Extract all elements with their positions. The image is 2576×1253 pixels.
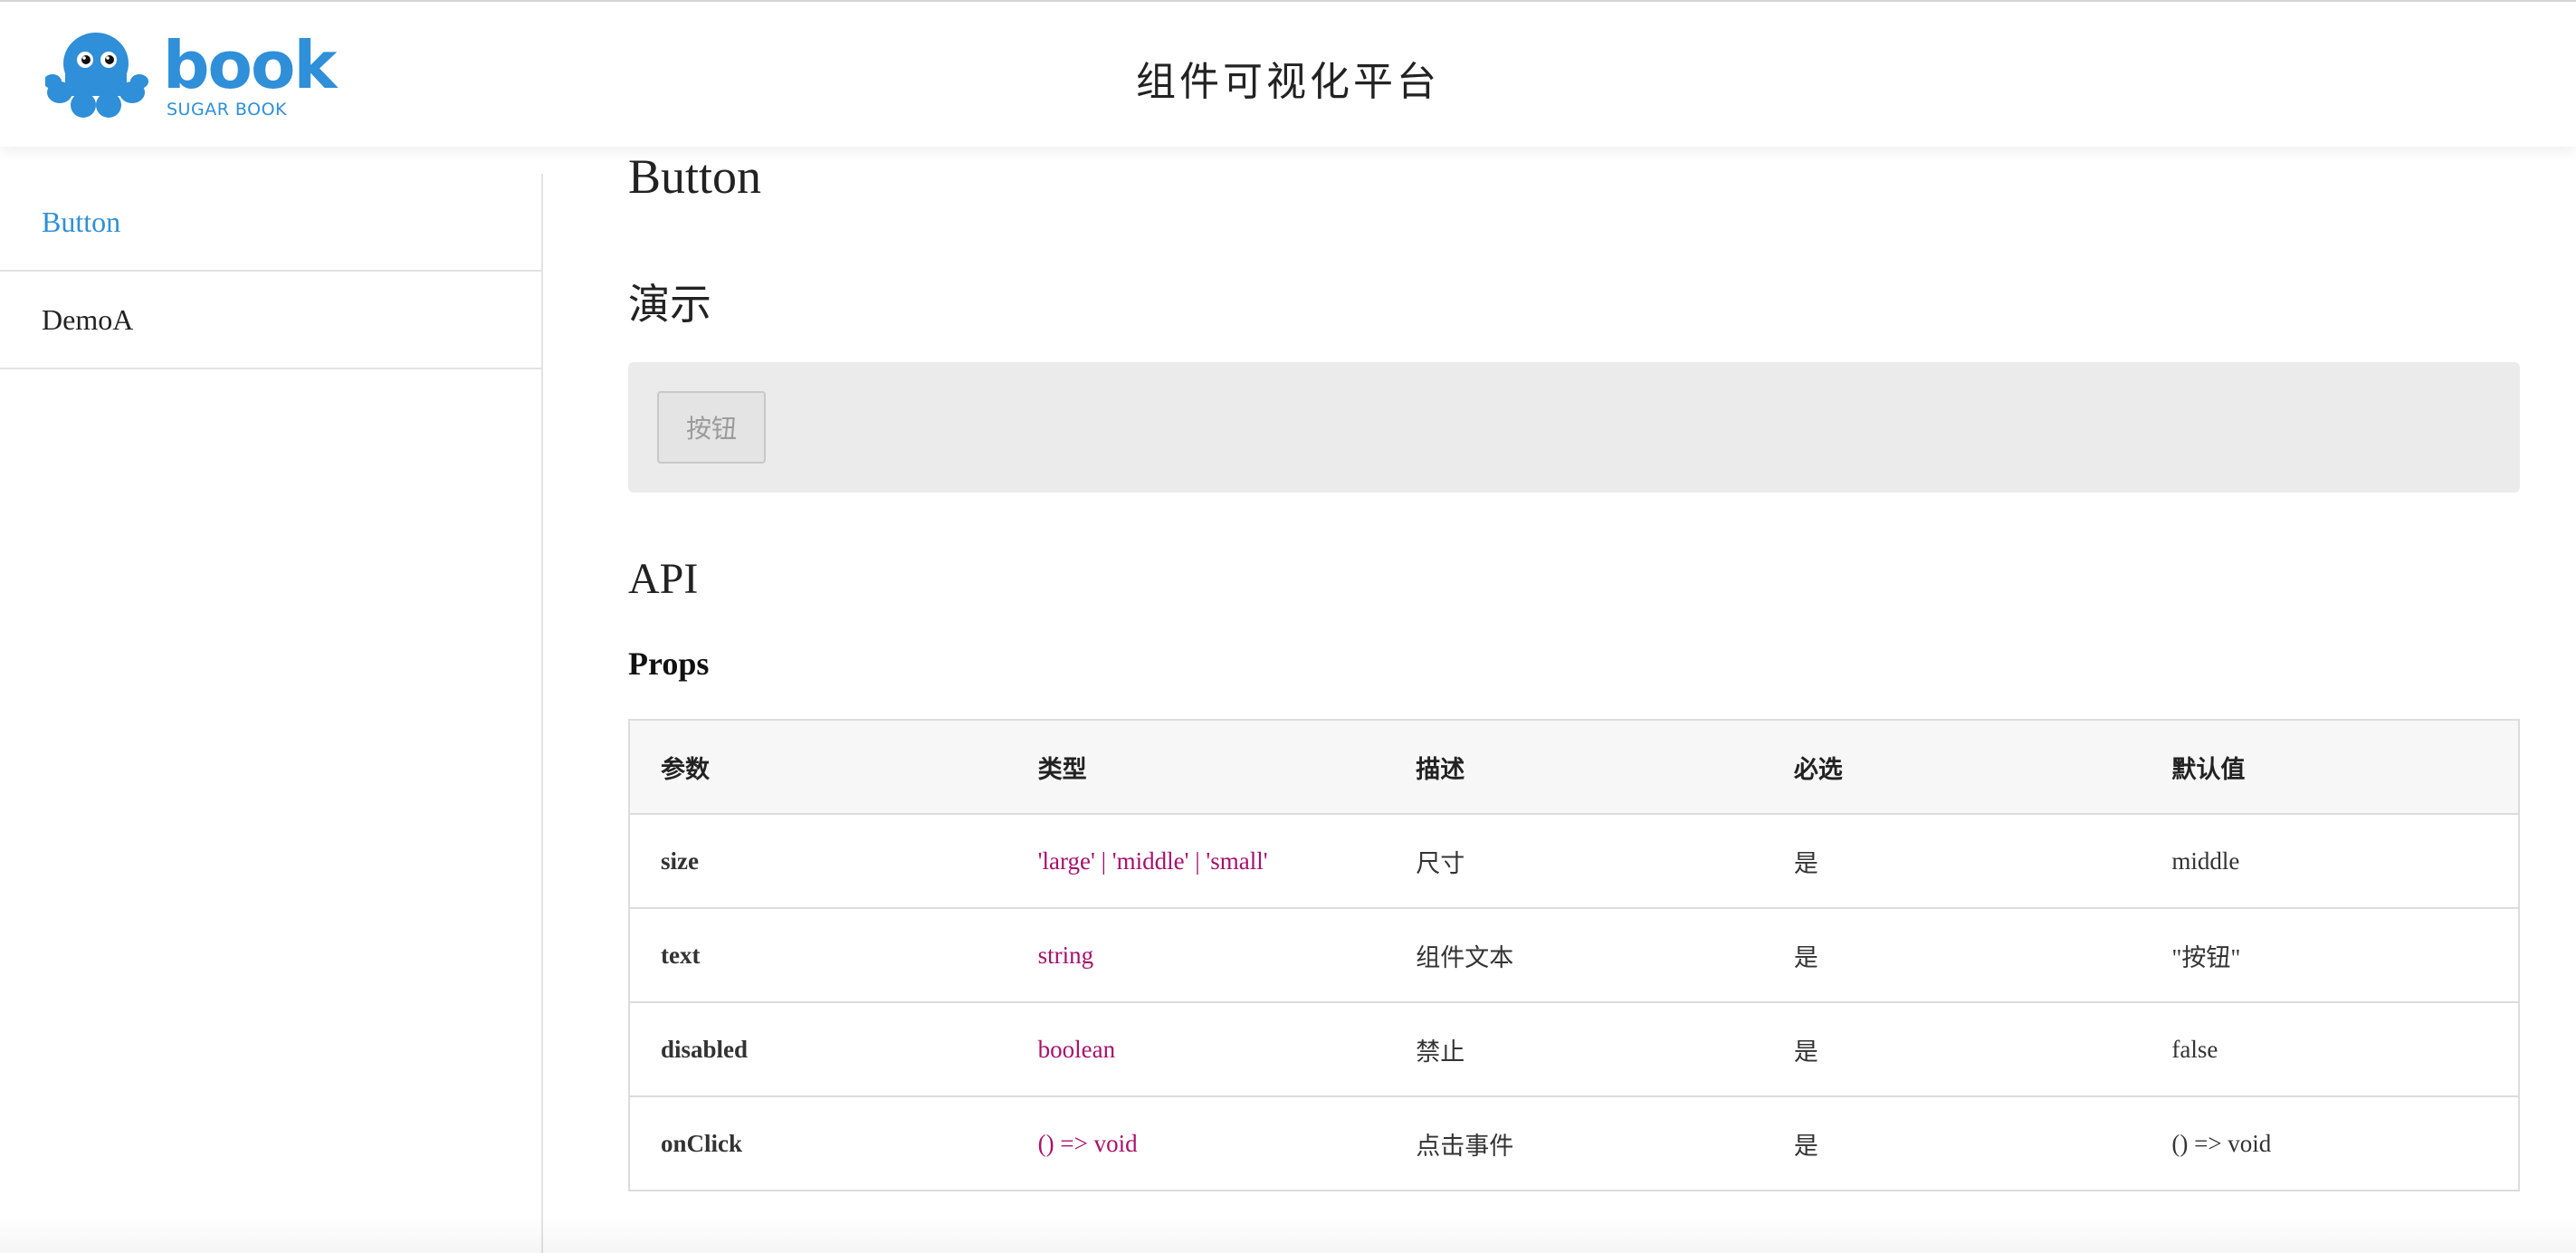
cell-param: disabled [629,1002,1007,1097]
table-row: disabled boolean 禁止 是 false [629,1002,2519,1097]
props-table: 参数 类型 描述 必选 默认值 size 'large' | 'middle' … [628,719,2520,1191]
cell-param: text [629,908,1007,1003]
cell-required: 是 [1762,1096,2142,1191]
table-row: text string 组件文本 是 "按钮" [629,908,2519,1003]
sidebar-item-demoa[interactable]: DemoA [0,272,541,369]
cell-description: 尺寸 [1385,814,1763,909]
sidebar-nav: Button DemoA [0,174,543,1253]
cell-description: 点击事件 [1385,1096,1763,1191]
table-row: onClick () => void 点击事件 是 () => void [629,1096,2519,1191]
demo-button[interactable]: 按钮 [657,391,766,464]
cell-default: () => void [2141,1096,2519,1191]
cell-description: 组件文本 [1385,908,1763,1003]
sidebar-item-button[interactable]: Button [0,174,541,272]
cell-description: 禁止 [1385,1002,1763,1097]
column-header-default: 默认值 [2141,720,2519,815]
page-header-title: 组件可视化平台 [1136,60,1440,104]
cell-default: middle [2141,814,2519,909]
api-section-title: API [628,555,699,603]
cell-param: onClick [629,1096,1007,1191]
column-header-description: 描述 [1385,720,1763,815]
top-header: book SUGAR BOOK 组件可视化平台 [0,0,2576,147]
props-title: Props [628,646,710,682]
column-header-required: 必选 [1762,720,2142,815]
table-row: size 'large' | 'middle' | 'small' 尺寸 是 m… [629,814,2519,909]
cell-required: 是 [1762,1002,2142,1097]
column-header-param: 参数 [629,720,1007,815]
cell-param: size [629,814,1007,909]
cell-required: 是 [1762,814,2142,909]
cell-type: boolean [1007,1002,1386,1097]
cell-default: "按钮" [2141,908,2519,1003]
table-header-row: 参数 类型 描述 必选 默认值 [629,720,2519,815]
cell-default: false [2141,1002,2519,1097]
cell-type: () => void [1007,1096,1386,1191]
demo-section-title: 演示 [628,282,711,328]
cell-required: 是 [1762,908,2142,1003]
cell-type: string [1007,908,1386,1003]
page-title: Button [628,149,762,204]
column-header-type: 类型 [1007,720,1386,815]
demo-preview-area: 按钮 [628,362,2520,493]
cell-type: 'large' | 'middle' | 'small' [1007,814,1386,909]
